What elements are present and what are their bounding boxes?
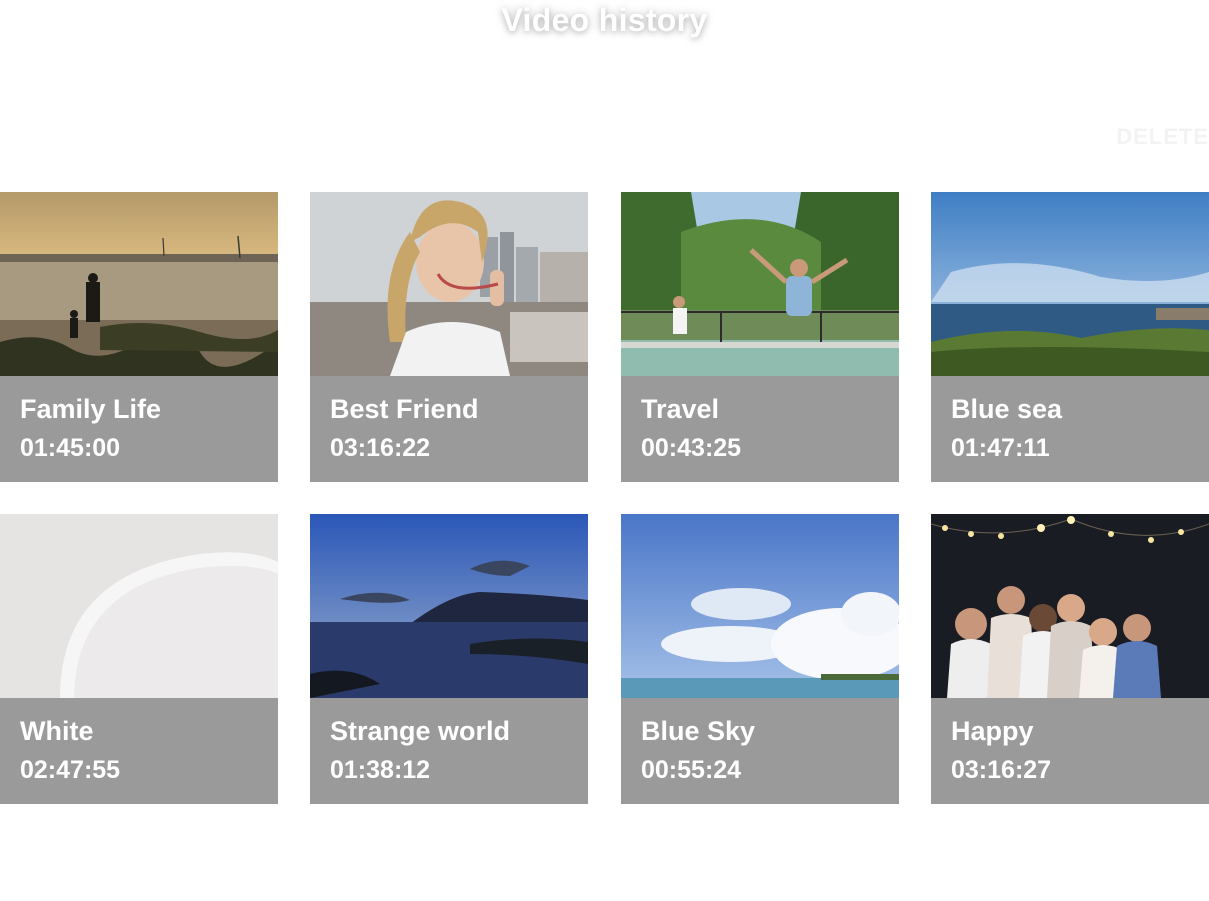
video-duration: 00:43:25 — [641, 434, 742, 462]
dusk-island-sea-thumbnail — [310, 514, 588, 698]
video-title: Best Friend — [330, 394, 479, 424]
video-card[interactable]: Blue sea 01:47:11 — [931, 192, 1209, 482]
coast-blue-sky-thumbnail — [931, 192, 1209, 376]
video-card[interactable]: Happy 03:16:27 — [931, 514, 1209, 804]
video-duration: 03:16:27 — [951, 756, 1052, 784]
video-title: Blue sea — [951, 394, 1063, 424]
video-title: Happy — [951, 716, 1034, 746]
white-plate-thumbnail — [0, 514, 278, 698]
video-title: Blue Sky — [641, 716, 756, 746]
video-card[interactable]: Family Life 01:45:00 — [0, 192, 278, 482]
page-title: Video history — [501, 2, 708, 38]
clouds-sea-thumbnail — [621, 514, 899, 698]
video-card[interactable]: Travel 00:43:25 — [621, 192, 899, 482]
delete-button[interactable]: DELETE — [1116, 124, 1209, 150]
video-title: Strange world — [330, 716, 511, 746]
selfie-city-thumbnail — [310, 192, 588, 376]
video-duration: 02:47:55 — [20, 756, 121, 784]
video-duration: 01:45:00 — [20, 434, 121, 462]
video-duration: 01:38:12 — [330, 756, 431, 784]
sunset-beach-family-thumbnail — [0, 192, 278, 376]
video-duration: 03:16:22 — [330, 434, 431, 462]
pool-jump-forest-thumbnail — [621, 192, 899, 376]
video-card[interactable]: White 02:47:55 — [0, 514, 278, 804]
video-title: Family Life — [20, 394, 162, 424]
video-card[interactable]: Best Friend 03:16:22 — [310, 192, 588, 482]
friends-party-lights-thumbnail — [931, 514, 1209, 698]
video-card[interactable]: Strange world 01:38:12 — [310, 514, 588, 804]
video-title: Travel — [641, 394, 720, 424]
video-duration: 01:47:11 — [951, 434, 1050, 462]
video-card[interactable]: Blue Sky 00:55:24 — [621, 514, 899, 804]
video-history-screen: Video history DELETE Family Life 01:45:0… — [0, 0, 1209, 901]
video-title: White — [20, 716, 94, 746]
video-duration: 00:55:24 — [641, 756, 742, 784]
